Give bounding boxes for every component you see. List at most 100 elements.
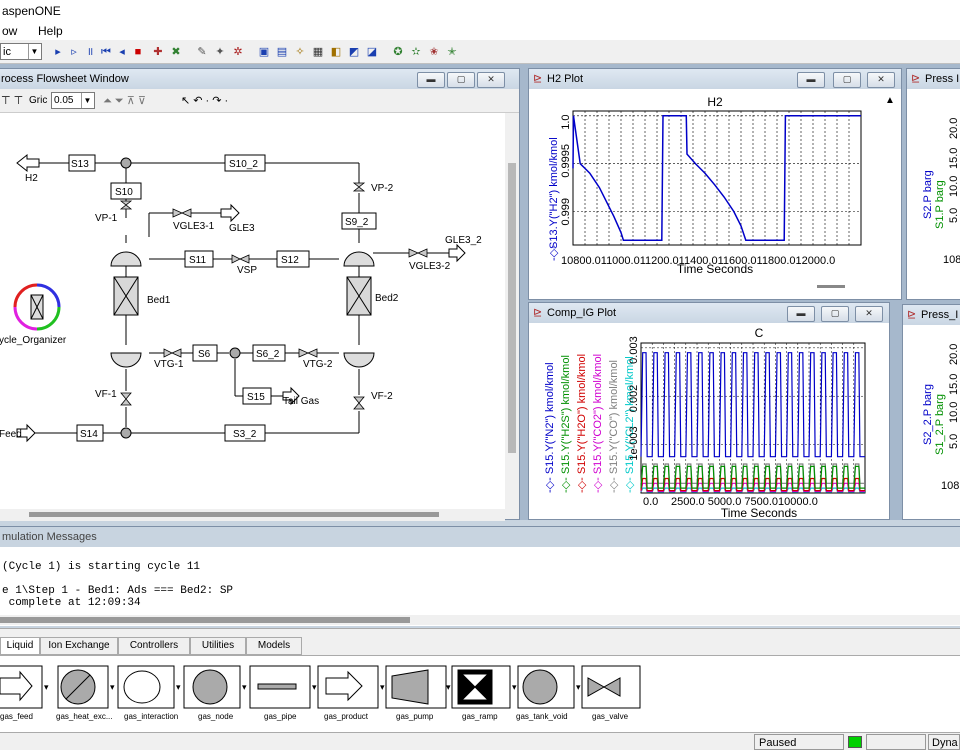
run-icon[interactable]: ▸ xyxy=(50,44,66,60)
tool-icon-15[interactable]: ✬ xyxy=(426,44,442,60)
tool-icon-12[interactable]: ◪ xyxy=(364,44,380,60)
legend-entry: -◇- S15.Y("CO") kmol/kmol xyxy=(608,360,620,493)
h2-plot-title-bar[interactable]: ⊵ H2 Plot ▬ ▢ ✕ xyxy=(529,69,901,89)
message-line: (Cycle 1) is starting cycle 11 xyxy=(2,561,201,573)
flowsheet-window: rocess Flowsheet Window ▬ ▢ ✕ ⊤ ⊤ Gric 0… xyxy=(0,68,520,521)
svg-text:▾: ▾ xyxy=(242,682,247,692)
tool-icon-7[interactable]: ▤ xyxy=(274,44,290,60)
h2-plot-title: H2 Plot xyxy=(547,73,584,85)
close-button[interactable]: ✕ xyxy=(477,72,505,88)
library-palette: ▾ ▾ ▾ ▾ ▾ ▾ ▾ ▾ ▾ gas_feed gas_heat_exc... gas… xyxy=(0,655,960,733)
maximize-button[interactable]: ▢ xyxy=(833,72,861,88)
tool-icon-14[interactable]: ✫ xyxy=(408,44,424,60)
x-tick-labels: 0.0 xyxy=(643,496,658,508)
pause-icon[interactable]: ॥ xyxy=(82,44,98,60)
menu-bar: ow Help xyxy=(0,22,960,40)
y-tick: 15.0 xyxy=(948,148,960,169)
minimize-button[interactable]: ▬ xyxy=(417,72,445,88)
legend-entry: -◇- S15.Y("H2S") kmol/kmol xyxy=(560,355,572,493)
tool-icon-5[interactable]: ✲ xyxy=(230,44,246,60)
y-tick-label: 0.999 xyxy=(560,198,572,226)
messages-title-bar[interactable]: mulation Messages xyxy=(0,527,960,547)
minimize-button[interactable]: ▬ xyxy=(787,306,815,322)
press-chart-2: S2_2.P barg S1_2.P barg 5.0 10.0 15.0 20… xyxy=(903,325,960,519)
library-tab[interactable]: Controllers xyxy=(118,637,190,655)
y-tick-label: 0.9995 xyxy=(560,144,572,178)
status-mode: Dyna xyxy=(932,737,958,749)
tool-icon-3[interactable]: ✎ xyxy=(194,44,210,60)
tool-icon-13[interactable]: ✪ xyxy=(390,44,406,60)
library-tab[interactable]: Utilities xyxy=(190,637,246,655)
minimize-button[interactable]: ▬ xyxy=(797,72,825,88)
flowsheet-diagram: S13 S10 S10_2 S9_2 S11 S12 S6 S6_2 S15 S… xyxy=(0,153,482,443)
stream-label: S15 xyxy=(247,392,265,403)
rewind-icon[interactable]: ◂ xyxy=(114,44,130,60)
tool-icon-6[interactable]: ▣ xyxy=(256,44,272,60)
y-series-label: S1_2.P barg xyxy=(934,394,946,455)
messages-scrollbar[interactable] xyxy=(0,615,960,625)
tool-icon-11[interactable]: ◩ xyxy=(346,44,362,60)
tool-icon-4[interactable]: ✦ xyxy=(212,44,228,60)
tool-icon-9[interactable]: ▦ xyxy=(310,44,326,60)
flow-label: VF-1 xyxy=(95,389,117,400)
library-tab[interactable]: Ion Exchange xyxy=(40,637,118,655)
menu-view[interactable]: ow xyxy=(2,24,17,38)
tool-icon-1[interactable]: ✚ xyxy=(150,44,166,60)
menu-help[interactable]: Help xyxy=(38,24,63,38)
svg-text:▾: ▾ xyxy=(176,682,181,692)
maximize-button[interactable]: ▢ xyxy=(447,72,475,88)
scroll-thumb[interactable] xyxy=(508,163,516,453)
x-tick: 108 xyxy=(943,254,960,266)
comp-plot-window: ⊵ Comp_IG Plot ▬ ▢ ✕ C -◇- S15.Y("N2") k… xyxy=(528,302,890,520)
stream-label: S13 xyxy=(71,159,89,170)
plot-scroll-thumb[interactable] xyxy=(817,285,845,288)
layout-icons[interactable]: ⏶ ⏷ ⊼ ⊽ xyxy=(103,94,146,108)
library-tab[interactable]: Models xyxy=(246,637,302,655)
scroll-thumb[interactable] xyxy=(0,617,410,623)
run-mode-value: ic xyxy=(3,46,11,58)
library-item-label: gas_tank_void xyxy=(516,712,568,721)
horizontal-scrollbar[interactable] xyxy=(0,509,505,521)
library-tab[interactable]: Liquid xyxy=(0,637,40,655)
scroll-thumb[interactable] xyxy=(29,512,439,517)
flow-label: GLE3_2 xyxy=(445,235,482,246)
scroll-up-icon[interactable]: ▲ xyxy=(885,95,895,106)
grid-value: 0.05 xyxy=(54,95,74,106)
pointer-icon[interactable]: ↖ ↶ · ↷ · xyxy=(181,94,228,107)
step-icon[interactable]: ▹ xyxy=(66,44,82,60)
message-line: e 1\Step 1 - Bed1: Ads === Bed2: SP xyxy=(2,585,234,597)
plot-icon: ⊵ xyxy=(907,309,917,321)
comp-plot-title-bar[interactable]: ⊵ Comp_IG Plot ▬ ▢ ✕ xyxy=(529,303,889,323)
flow-label: ycle_Organizer xyxy=(0,335,67,346)
press-plot-title-bar[interactable]: ⊵ Press_I xyxy=(903,305,960,325)
flowsheet-toolbar: ⊤ ⊤ Gric 0.05 ▼ ⏶ ⏷ ⊼ ⊽ ↖ ↶ · ↷ · xyxy=(0,89,519,113)
tool-icon-16[interactable]: ✭ xyxy=(444,44,460,60)
vertical-scrollbar[interactable] xyxy=(505,113,519,509)
y-series-label: S2.P barg xyxy=(922,170,934,219)
messages-title: mulation Messages xyxy=(2,531,97,543)
close-button[interactable]: ✕ xyxy=(867,72,895,88)
restart-icon[interactable]: ⏮ xyxy=(98,44,114,60)
library-item-label: gas_feed xyxy=(0,712,33,721)
flowsheet-title-bar[interactable]: rocess Flowsheet Window ▬ ▢ ✕ xyxy=(0,69,519,89)
main-toolbar: ic ▼ ▸ ▹ ॥ ⏮ ◂ ■ ✚ ✖ ✎ ✦ ✲ ▣ ▤ ✧ ▦ ◧ ◩ ◪… xyxy=(0,40,960,64)
library-item-label: gas_interaction xyxy=(124,712,179,721)
close-button[interactable]: ✕ xyxy=(855,306,883,322)
maximize-button[interactable]: ▢ xyxy=(821,306,849,322)
x-tick: 108 xyxy=(941,480,959,492)
flow-label: VTG-2 xyxy=(303,359,333,370)
tool-icon-8[interactable]: ✧ xyxy=(292,44,308,60)
stop-icon[interactable]: ■ xyxy=(130,44,146,60)
tool-icon-2[interactable]: ✖ xyxy=(168,44,184,60)
run-mode-combo[interactable]: ic ▼ xyxy=(0,43,42,60)
press-chart-1: S2.P barg S1.P barg 5.0 10.0 15.0 20.0 1… xyxy=(907,89,960,299)
legend-marker: -◇- xyxy=(548,245,560,261)
status-blank-panel xyxy=(866,734,926,750)
message-line: complete at 12:09:34 xyxy=(2,597,141,609)
press-plot-title-bar[interactable]: ⊵ Press I xyxy=(907,69,960,89)
flowsheet-canvas[interactable]: S13 S10 S10_2 S9_2 S11 S12 S6 S6_2 S15 S… xyxy=(0,113,505,509)
flowsheet-title: rocess Flowsheet Window xyxy=(1,73,129,85)
tool-icon-10[interactable]: ◧ xyxy=(328,44,344,60)
align-icon[interactable]: ⊤ ⊤ xyxy=(1,94,23,107)
grid-combo[interactable]: 0.05 ▼ xyxy=(51,92,95,109)
